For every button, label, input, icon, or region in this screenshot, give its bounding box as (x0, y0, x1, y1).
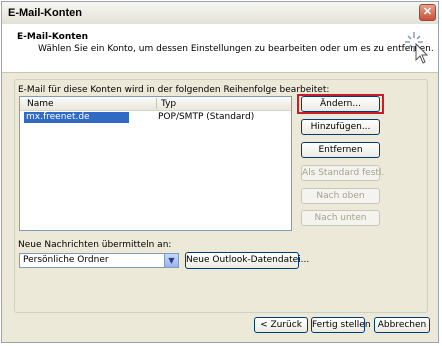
column-header-name[interactable]: Name (27, 99, 54, 109)
delivery-selected-value: Persönliche Ordner (23, 255, 109, 265)
account-type: POP/SMTP (Standard) (158, 112, 255, 122)
wizard-sparkle-icon (405, 32, 429, 64)
change-button[interactable]: Ändern... (301, 96, 380, 112)
account-row[interactable]: mx.freenet.de POP/SMTP (Standard) (21, 112, 290, 123)
title-bar: E-Mail-Konten ✕ (2, 2, 438, 25)
remove-button[interactable]: Entfernen (301, 142, 380, 158)
header-subtitle: Wählen Sie ein Konto, um dessen Einstell… (38, 44, 434, 54)
delivery-select[interactable]: Persönliche Ordner ▼ (19, 253, 179, 268)
finish-button[interactable]: Fertig stellen (311, 317, 371, 333)
list-header: Name Typ (20, 97, 291, 111)
move-down-button[interactable]: Nach unten (301, 210, 380, 226)
set-default-button[interactable]: Als Standard festl. (301, 165, 384, 181)
accounts-label: E-Mail für diese Konten wird in der folg… (18, 85, 330, 95)
move-up-button[interactable]: Nach oben (301, 188, 380, 204)
dialog-header: E-Mail-Konten Wählen Sie ein Konto, um d… (2, 24, 438, 73)
new-datafile-button[interactable]: Neue Outlook-Datendatei... (185, 252, 309, 269)
header-title: E-Mail-Konten (17, 32, 89, 42)
window-title: E-Mail-Konten (8, 7, 82, 19)
email-accounts-dialog: E-Mail-Konten ✕ E-Mail-Konten Wählen Sie… (1, 1, 439, 343)
close-icon[interactable]: ✕ (419, 4, 436, 21)
chevron-down-icon[interactable]: ▼ (164, 254, 178, 267)
add-button[interactable]: Hinzufügen... (301, 119, 380, 135)
accounts-list[interactable]: Name Typ mx.freenet.de POP/SMTP (Standar… (19, 96, 292, 231)
delivery-label: Neue Nachrichten übermitteln an: (18, 240, 172, 250)
back-button[interactable]: < Zurück (254, 317, 308, 333)
cancel-button[interactable]: Abbrechen (374, 317, 430, 333)
account-name[interactable]: mx.freenet.de (24, 112, 129, 123)
column-header-type[interactable]: Typ (161, 99, 176, 109)
